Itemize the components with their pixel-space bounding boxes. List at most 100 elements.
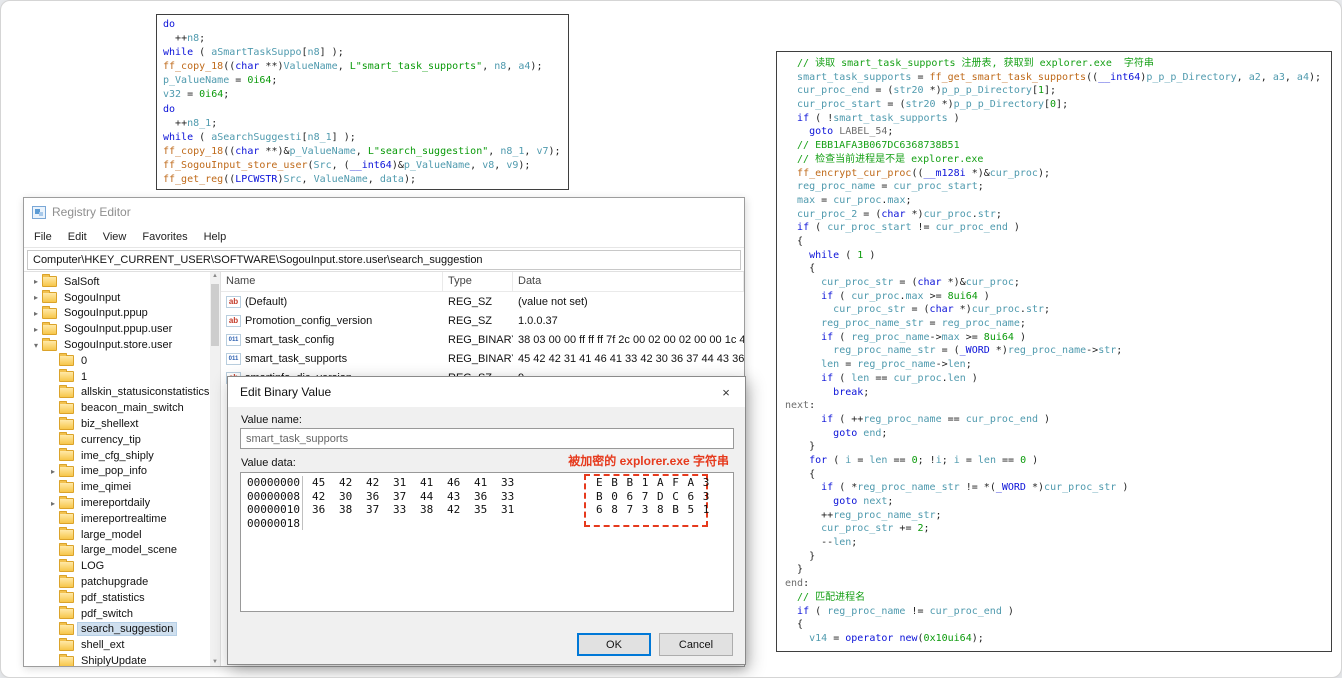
code-line: ff_encrypt_cur_proc((__m128i *)&cur_proc… [785, 167, 1327, 181]
tree-item-ime_cfg_shiply[interactable]: ime_cfg_shiply [24, 448, 210, 464]
ok-button[interactable]: OK [577, 633, 651, 656]
tree-item-currency_tip[interactable]: currency_tip [24, 432, 210, 448]
address-input[interactable]: Computer\HKEY_CURRENT_USER\SOFTWARE\Sogo… [27, 250, 741, 270]
tree-item-large_model_scene[interactable]: large_model_scene [24, 542, 210, 559]
hex-byte[interactable]: 33 [393, 503, 420, 517]
hex-byte[interactable]: 42 [312, 490, 339, 504]
tree-item-SogouInput[interactable]: ▸ SogouInput [24, 290, 210, 306]
hex-editor[interactable]: 00000000 45 42 42 31 41 46 41 33 E B B 1 A F A 3 0… [240, 472, 734, 612]
hex-byte[interactable]: 38 [339, 503, 366, 517]
expand-arrow-icon[interactable]: ▸ [47, 467, 59, 476]
menu-item-view[interactable]: View [95, 230, 135, 244]
code-line: // 读取 smart_task_supports 注册表, 获取到 explo… [785, 57, 1327, 71]
hex-byte[interactable]: 42 [366, 476, 393, 490]
hex-byte[interactable]: 41 [420, 476, 447, 490]
value-type: REG_SZ [448, 295, 493, 308]
hex-byte[interactable]: 31 [501, 503, 528, 517]
tree-item-large_model[interactable]: large_model [24, 527, 210, 543]
tree-item-shell_ext[interactable]: shell_ext [24, 637, 210, 653]
code-token: a4 [1296, 71, 1309, 83]
code-token: break [833, 386, 864, 398]
tree-item-biz_shellext[interactable]: biz_shellext [24, 416, 210, 432]
value-name-input[interactable]: smart_task_supports [240, 428, 734, 449]
code-token: a2 [1248, 71, 1261, 83]
tree-item-pdf_switch[interactable]: pdf_switch [24, 606, 210, 622]
hex-byte[interactable]: 36 [312, 503, 339, 517]
hex-byte[interactable]: 36 [366, 490, 393, 504]
code-token: if [821, 372, 834, 384]
scroll-down-icon[interactable]: ▼ [210, 659, 220, 665]
tree-item-SalSoft[interactable]: ▸ SalSoft [24, 274, 210, 290]
close-icon[interactable]: × [707, 377, 745, 407]
column-header-name[interactable]: Name [221, 272, 443, 291]
menu-item-edit[interactable]: Edit [60, 230, 95, 244]
window-title: Registry Editor [52, 205, 131, 219]
value-name: (Default) [245, 295, 288, 308]
tree-item-imereportrealtime[interactable]: imereportrealtime [24, 511, 210, 527]
hex-byte[interactable]: 31 [393, 476, 420, 490]
tree-item-ShiplyUpdate[interactable]: ShiplyUpdate [24, 653, 210, 666]
hex-byte[interactable]: 42 [447, 503, 474, 517]
tree-item-pdf_statistics[interactable]: pdf_statistics [24, 590, 210, 606]
tree-item-SogouInput.store.user[interactable]: ▾ SogouInput.store.user [24, 337, 210, 353]
menu-item-file[interactable]: File [26, 230, 60, 244]
hex-byte[interactable]: 44 [420, 490, 447, 504]
tree-item-LOG[interactable]: LOG [24, 558, 210, 574]
registry-value-row[interactable]: ab (Default) REG_SZ (value not set) [221, 292, 744, 311]
tree-item-beacon_main_switch[interactable]: beacon_main_switch [24, 400, 210, 416]
tree-item-search_suggestion[interactable]: search_suggestion [24, 621, 210, 638]
registry-value-row[interactable]: ab Promotion_config_version REG_SZ 1.0.0.37 [221, 311, 744, 330]
column-header-type[interactable]: Type [443, 272, 513, 291]
code-line: cur_proc_str = (char *)&cur_proc; [785, 276, 1327, 290]
value-data-label: Value data: [241, 457, 296, 469]
hex-byte[interactable]: 33 [501, 490, 528, 504]
code-token: cur_proc [833, 194, 882, 206]
expand-arrow-icon[interactable]: ▸ [30, 293, 42, 302]
menu-item-favorites[interactable]: Favorites [134, 230, 195, 244]
tree-item-ime_qimei[interactable]: ime_qimei [24, 479, 210, 495]
tree-item-patchupgrade[interactable]: patchupgrade [24, 574, 210, 590]
hex-row[interactable]: 00000018 [247, 516, 733, 530]
hex-byte[interactable]: 41 [474, 476, 501, 490]
expand-arrow-icon[interactable]: ▸ [30, 325, 42, 334]
collapse-arrow-icon[interactable]: ▾ [30, 341, 42, 350]
hex-row[interactable]: 00000008 42 30 36 37 44 43 36 33 B 0 6 7 D C 6 3 [247, 489, 733, 504]
registry-titlebar[interactable]: Registry Editor [24, 198, 744, 226]
folder-icon [59, 369, 74, 383]
tree-item-1[interactable]: 1 [24, 369, 210, 385]
hex-byte[interactable]: 45 [312, 476, 339, 490]
scroll-up-icon[interactable]: ▲ [210, 273, 220, 279]
code-token: // 读取 smart_task_supports 注册表, 获取到 explo… [785, 58, 1154, 69]
tree-item-allskin_statusiconstatistics[interactable]: allskin_statusiconstatistics [24, 384, 210, 401]
cancel-button[interactable]: Cancel [659, 633, 733, 656]
hex-byte[interactable]: 36 [474, 490, 501, 504]
tree-item-0[interactable]: 0 [24, 353, 210, 369]
tree-item-ime_pop_info[interactable]: ▸ ime_pop_info [24, 463, 210, 480]
hex-byte[interactable]: 37 [393, 490, 420, 504]
tree-item-SogouInput.ppup[interactable]: ▸ SogouInput.ppup [24, 305, 210, 322]
tree-scrollbar[interactable]: ▲ ▼ [210, 272, 220, 666]
hex-byte[interactable]: 35 [474, 503, 501, 517]
expand-arrow-icon[interactable]: ▸ [30, 309, 42, 318]
hex-byte[interactable]: 46 [447, 476, 474, 490]
hex-byte[interactable]: 43 [447, 490, 474, 504]
tree-item-SogouInput.ppup.user[interactable]: ▸ SogouInput.ppup.user [24, 321, 210, 337]
tree-item-imereportdaily[interactable]: ▸ imereportdaily [24, 495, 210, 511]
hex-byte[interactable]: 37 [366, 503, 393, 517]
expand-arrow-icon[interactable]: ▸ [47, 499, 59, 508]
hex-byte[interactable]: 30 [339, 490, 366, 504]
hex-byte[interactable]: 38 [420, 503, 447, 517]
expand-arrow-icon[interactable]: ▸ [30, 277, 42, 286]
hex-row[interactable]: 00000000 45 42 42 31 41 46 41 33 E B B 1 A F A 3 [247, 476, 733, 490]
registry-value-row[interactable]: 011 smart_task_supports REG_BINARY 45 42 42… [221, 349, 744, 368]
dialog-titlebar[interactable]: Edit Binary Value × [228, 377, 745, 407]
hex-byte[interactable]: 42 [339, 476, 366, 490]
code-line: reg_proc_name_str = reg_proc_name; [785, 317, 1327, 331]
hex-byte[interactable]: 33 [501, 476, 528, 490]
registry-value-row[interactable]: 011 smart_task_config REG_BINARY 38 03 00 0… [221, 330, 744, 349]
menu-item-help[interactable]: Help [196, 230, 235, 244]
scrollbar-thumb[interactable] [211, 284, 219, 346]
column-header-data[interactable]: Data [513, 272, 744, 291]
hex-row[interactable]: 00000010 36 38 37 33 38 42 35 31 6 8 7 3 8 B 5 1 [247, 503, 733, 517]
code-line: { [785, 618, 1327, 632]
